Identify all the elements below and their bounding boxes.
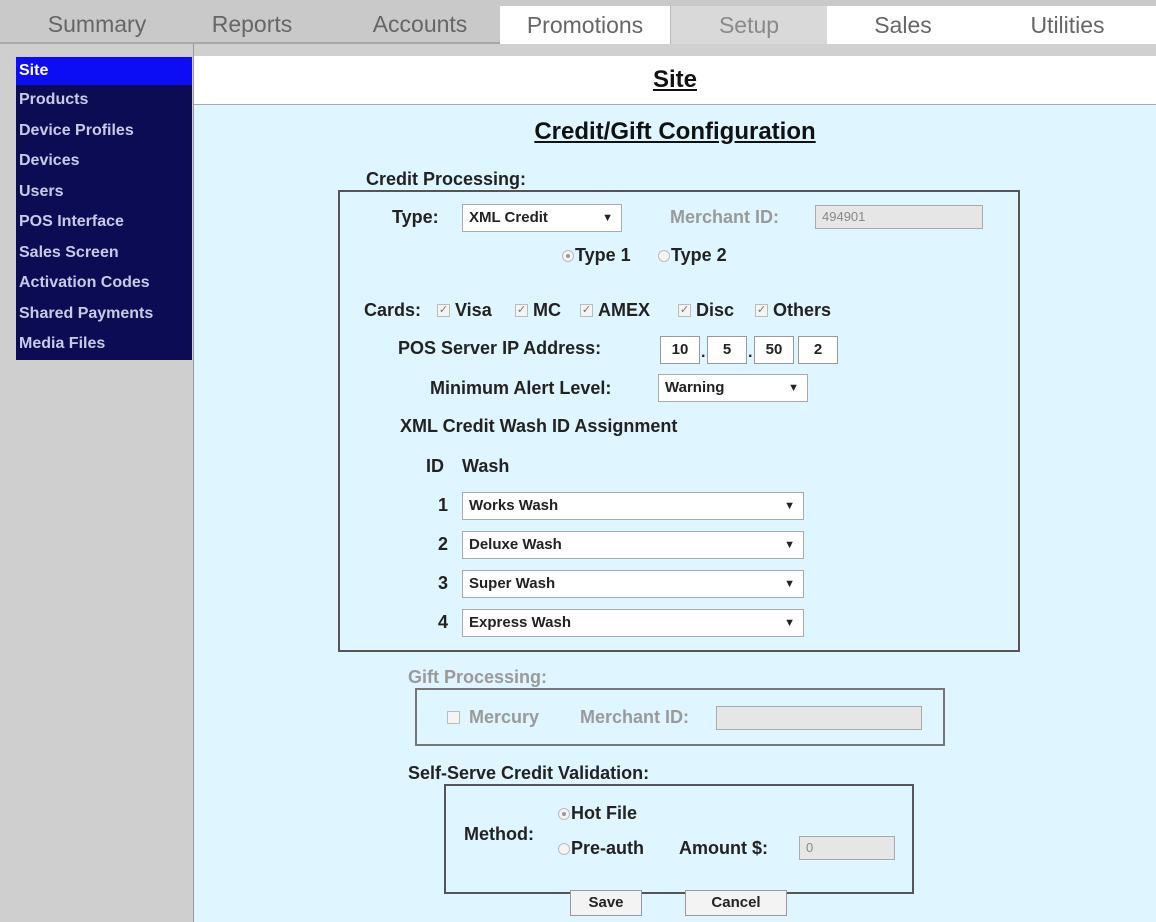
gift-processing-label: Gift Processing: (408, 667, 548, 687)
page-title-bar: Site (194, 56, 1156, 105)
wash-id-heading: XML Credit Wash ID Assignment (400, 416, 678, 436)
tab-summary[interactable]: Summary (22, 8, 172, 40)
tab-promotions[interactable]: Promotions (500, 6, 670, 44)
chevron-down-icon: ▼ (784, 617, 795, 629)
chevron-down-icon: ▼ (784, 578, 795, 590)
visa-checkbox[interactable]: ✓ (437, 304, 450, 317)
sidebar: Site Products Device Profiles Devices Us… (0, 44, 194, 922)
merchant-id-label: Merchant ID: (670, 207, 780, 227)
type1-label: Type 1 (575, 245, 631, 265)
wash-select-1[interactable]: Works Wash ▼ (462, 492, 804, 520)
page-title: Site (652, 66, 697, 93)
others-checkbox[interactable]: ✓ (755, 304, 768, 317)
ip-address-label: POS Server IP Address: (398, 338, 602, 358)
alert-level-select[interactable]: Warning ▼ (658, 374, 808, 402)
method-label: Method: (464, 824, 534, 844)
credit-processing-box: Type: XML Credit ▼ Merchant ID: 494901 T… (338, 190, 1020, 652)
wash-id-4: 4 (438, 612, 449, 632)
merchant-id-field[interactable]: 494901 (815, 205, 983, 229)
ip-dot: . (748, 344, 753, 361)
alert-level-value: Warning (665, 379, 725, 396)
ip-octet-1[interactable]: 10 (660, 336, 700, 364)
mc-checkbox[interactable]: ✓ (515, 304, 528, 317)
sidebar-item-shared-payments[interactable]: Shared Payments (16, 299, 192, 330)
gift-merchant-id-field[interactable] (716, 706, 922, 730)
visa-label: Visa (455, 300, 492, 320)
amex-label: AMEX (598, 300, 651, 320)
disc-checkbox[interactable]: ✓ (678, 304, 691, 317)
chevron-down-icon: ▼ (602, 212, 613, 224)
wash-value-1: Works Wash (469, 497, 559, 514)
wash-value-4: Express Wash (469, 614, 571, 631)
type2-label: Type 2 (671, 245, 727, 265)
chevron-down-icon: ▼ (784, 500, 795, 512)
mercury-label: Mercury (469, 707, 540, 727)
wash-column-header: Wash (462, 456, 510, 476)
tab-setup[interactable]: Setup (670, 6, 828, 44)
ip-dot: . (701, 344, 706, 361)
hot-file-radio[interactable] (558, 808, 570, 820)
wash-value-3: Super Wash (469, 575, 556, 592)
ip-octet-3[interactable]: 50 (754, 336, 794, 364)
credit-processing-label: Credit Processing: (366, 169, 527, 189)
gift-processing-box: Mercury Merchant ID: (415, 688, 945, 746)
check-icon: ✓ (516, 304, 527, 316)
sidebar-item-activation-codes[interactable]: Activation Codes (16, 268, 192, 299)
mc-label: MC (533, 300, 561, 320)
sidebar-item-products[interactable]: Products (16, 85, 192, 116)
pre-auth-radio[interactable] (558, 843, 570, 855)
wash-select-3[interactable]: Super Wash ▼ (462, 570, 804, 598)
save-button[interactable]: Save (570, 890, 642, 916)
amount-label: Amount $: (679, 838, 768, 858)
sidebar-item-sales-screen[interactable]: Sales Screen (16, 238, 192, 269)
pre-auth-label: Pre-auth (571, 838, 645, 858)
type1-radio[interactable] (562, 250, 574, 262)
section-heading: Credit/Gift Configuration (534, 118, 816, 145)
alert-level-label: Minimum Alert Level: (430, 378, 612, 398)
wash-select-4[interactable]: Express Wash ▼ (462, 609, 804, 637)
credit-type-value: XML Credit (469, 209, 548, 226)
wash-value-2: Deluxe Wash (469, 536, 562, 553)
others-label: Others (773, 300, 832, 320)
wash-id-1: 1 (438, 495, 449, 515)
amex-checkbox[interactable]: ✓ (580, 304, 593, 317)
ip-octet-2[interactable]: 5 (707, 336, 747, 364)
disc-label: Disc (696, 300, 735, 320)
check-icon: ✓ (679, 304, 690, 316)
self-serve-label: Self-Serve Credit Validation: (408, 763, 650, 783)
sidebar-item-pos-interface[interactable]: POS Interface (16, 207, 192, 238)
tab-sales[interactable]: Sales (827, 6, 979, 44)
wash-select-2[interactable]: Deluxe Wash ▼ (462, 531, 804, 559)
sidebar-nav: Site Products Device Profiles Devices Us… (16, 57, 192, 360)
chevron-down-icon: ▼ (784, 539, 795, 551)
id-column-header: ID (426, 456, 444, 476)
cards-label: Cards: (364, 300, 422, 320)
gift-merchant-id-label: Merchant ID: (580, 707, 690, 727)
wash-id-2: 2 (438, 534, 449, 554)
check-icon: ✓ (438, 304, 449, 316)
sidebar-item-media-files[interactable]: Media Files (16, 329, 192, 360)
ip-octet-4[interactable]: 2 (798, 336, 838, 364)
type2-radio[interactable] (658, 250, 670, 262)
top-tab-bar: Summary Reports Accounts Promotions Setu… (0, 0, 1156, 44)
main-content: Site Credit/Gift Configuration Credit Pr… (194, 56, 1156, 922)
mercury-checkbox[interactable] (447, 711, 460, 724)
tab-accounts[interactable]: Accounts (355, 8, 485, 40)
cancel-button[interactable]: Cancel (685, 890, 787, 916)
sidebar-item-users[interactable]: Users (16, 177, 192, 208)
sidebar-item-device-profiles[interactable]: Device Profiles (16, 116, 192, 147)
check-icon: ✓ (581, 304, 592, 316)
type-label: Type: (392, 207, 439, 227)
hot-file-label: Hot File (571, 803, 637, 823)
tab-reports[interactable]: Reports (196, 8, 308, 40)
sidebar-item-site[interactable]: Site (16, 57, 192, 85)
amount-field[interactable]: 0 (799, 836, 895, 860)
credit-type-select[interactable]: XML Credit ▼ (462, 204, 622, 232)
sidebar-item-devices[interactable]: Devices (16, 146, 192, 177)
self-serve-box: Method: Hot File Pre-auth Amount $: 0 (444, 784, 914, 894)
check-icon: ✓ (756, 304, 767, 316)
tab-utilities[interactable]: Utilities (979, 6, 1156, 44)
chevron-down-icon: ▼ (788, 382, 799, 394)
wash-id-3: 3 (438, 573, 449, 593)
